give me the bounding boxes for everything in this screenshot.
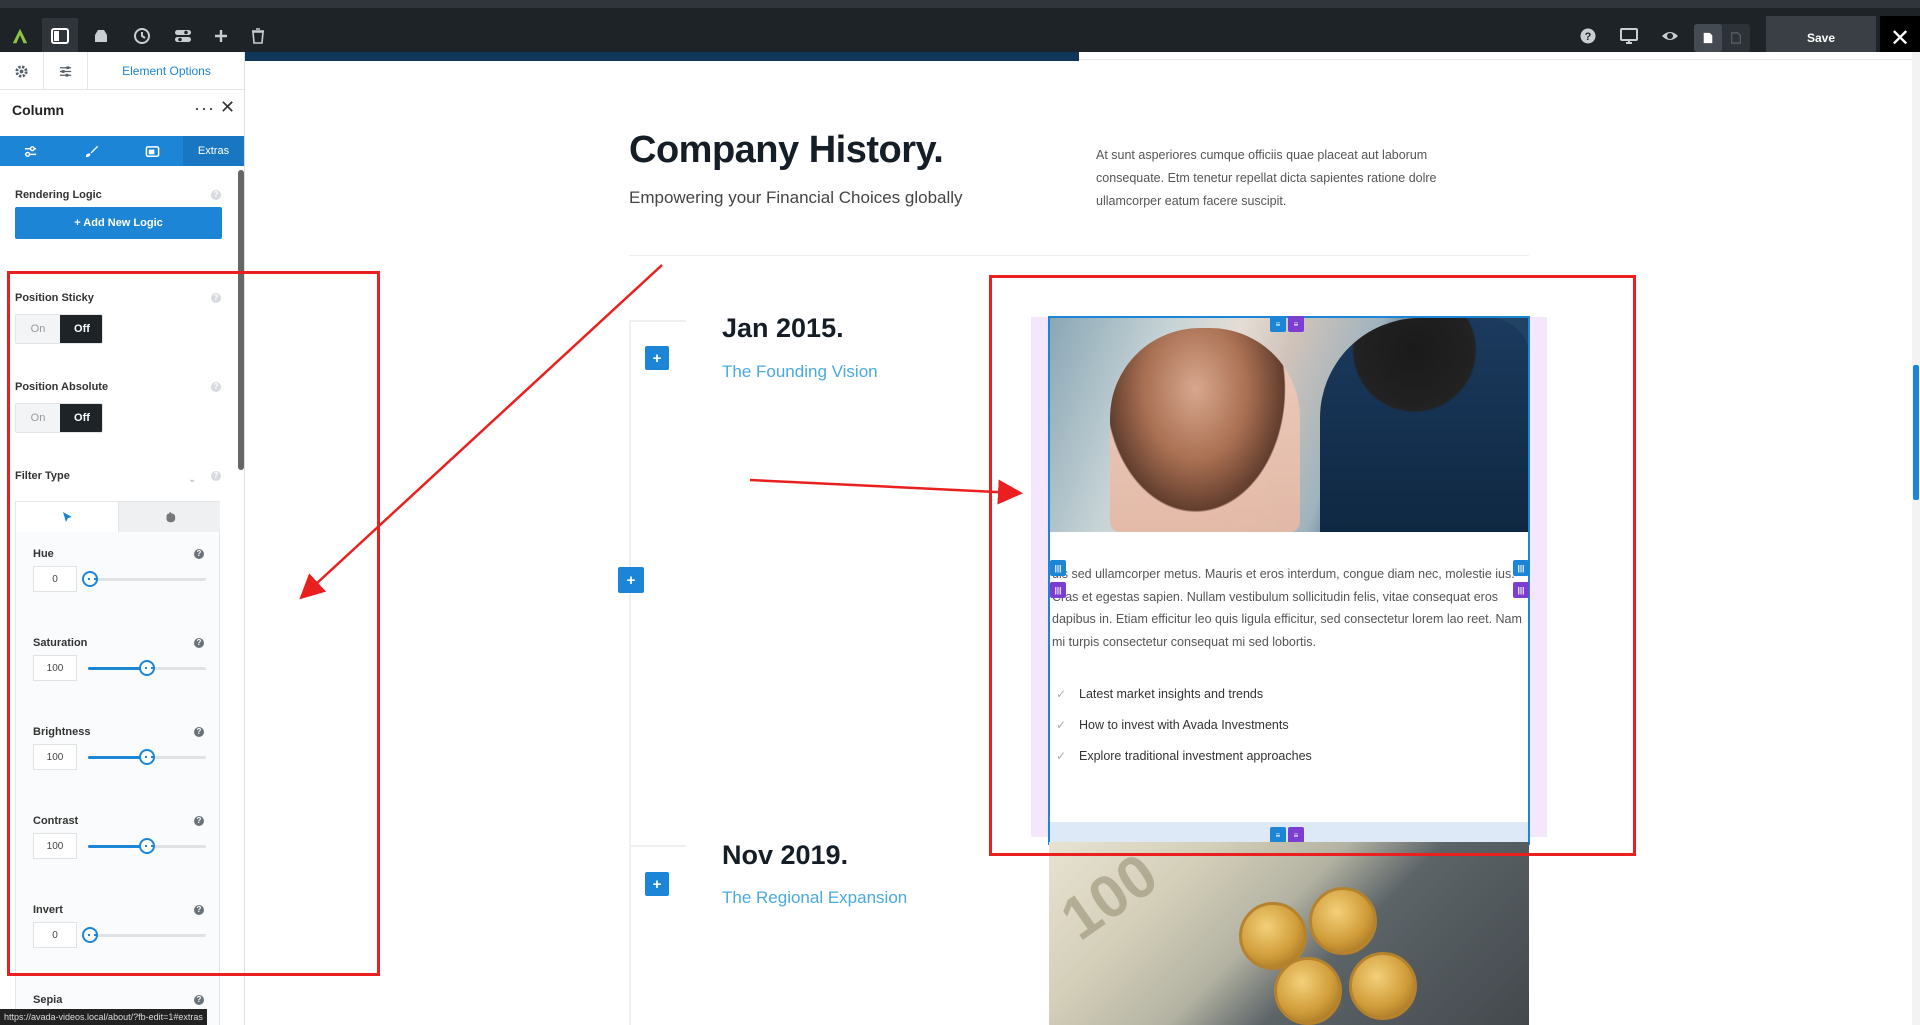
status-url: https://avada-videos.local/about/?fb-edi… (0, 1009, 207, 1025)
sidebar-toggle-icon[interactable] (42, 18, 78, 54)
timeline-tick (629, 320, 686, 322)
option-subtabs: Extras (0, 136, 244, 166)
design-brush-icon (85, 145, 99, 157)
add-icon[interactable] (203, 18, 239, 54)
trash-icon[interactable] (240, 18, 276, 54)
timeline-date[interactable]: Jan 2015. (722, 313, 844, 344)
help-icon[interactable]: ? (194, 995, 204, 1005)
add-new-logic-button[interactable]: + Add New Logic (15, 207, 222, 239)
help-icon[interactable]: ? (211, 190, 221, 200)
coin (1309, 887, 1377, 955)
tab-design[interactable] (61, 136, 122, 166)
rendering-logic-label: Rendering Logic (15, 189, 102, 201)
page-scrollbar[interactable] (1912, 52, 1920, 1025)
tab-element-options[interactable]: Element Options (88, 52, 244, 90)
page-description[interactable]: At sunt asperiores cumque officiis quae … (1096, 144, 1476, 213)
add-element-button[interactable]: + (645, 346, 669, 370)
history-icon[interactable] (124, 18, 160, 54)
desktop-icon[interactable] (1611, 18, 1647, 54)
toggles-icon[interactable] (165, 18, 201, 54)
general-sliders-icon (24, 145, 37, 157)
help-icon[interactable]: ? (1570, 18, 1606, 54)
page-subtitle[interactable]: Empowering your Financial Choices global… (629, 188, 963, 208)
add-column-button[interactable]: + (618, 567, 644, 593)
page-title[interactable]: Company History. (629, 129, 944, 172)
previous-section-band (245, 52, 1079, 61)
timeline-subtitle[interactable]: The Founding Vision (722, 362, 878, 382)
close-panel-button[interactable]: ✕ (220, 97, 235, 118)
options-sliders-icon[interactable] (44, 52, 88, 90)
timeline-line (629, 320, 631, 1025)
builder-toolbar: ? Save ✕ (0, 0, 1920, 60)
coin (1349, 952, 1417, 1020)
page-outline-icon[interactable] (1722, 24, 1750, 52)
background-icon (145, 145, 160, 157)
sidebar-top-tabs: Element Options (0, 52, 244, 90)
tab-general[interactable] (0, 136, 61, 166)
page-scrollbar-thumb[interactable] (1913, 365, 1919, 500)
page-icon[interactable] (1694, 24, 1722, 52)
timeline-subtitle[interactable]: The Regional Expansion (722, 888, 907, 908)
divider (629, 255, 1529, 256)
avada-logo-icon[interactable] (2, 18, 38, 54)
timeline-tick (629, 845, 686, 847)
page-mode-toggle[interactable] (1694, 24, 1750, 52)
tab-background[interactable] (122, 136, 183, 166)
panel-title: Column (12, 102, 65, 118)
bill-denomination: 100 (1049, 842, 1170, 953)
tab-extras[interactable]: Extras (183, 136, 244, 166)
settings-gear-icon[interactable] (0, 52, 44, 90)
library-icon[interactable] (83, 18, 119, 54)
preview-eye-icon[interactable] (1652, 18, 1688, 54)
sidebar-header: Column ··· ✕ (0, 90, 244, 128)
add-element-button[interactable]: + (645, 872, 669, 896)
coins-photo[interactable]: 100 (1049, 842, 1529, 1025)
timeline-date[interactable]: Nov 2019. (722, 840, 848, 871)
annotation-box-column (989, 275, 1636, 856)
sepia-label: Sepia (33, 994, 63, 1006)
annotation-box-sidebar (7, 271, 380, 976)
svg-text:?: ? (1585, 31, 1592, 43)
coin (1274, 957, 1342, 1025)
divider (1079, 59, 1912, 60)
more-options-button[interactable]: ··· (194, 98, 215, 119)
